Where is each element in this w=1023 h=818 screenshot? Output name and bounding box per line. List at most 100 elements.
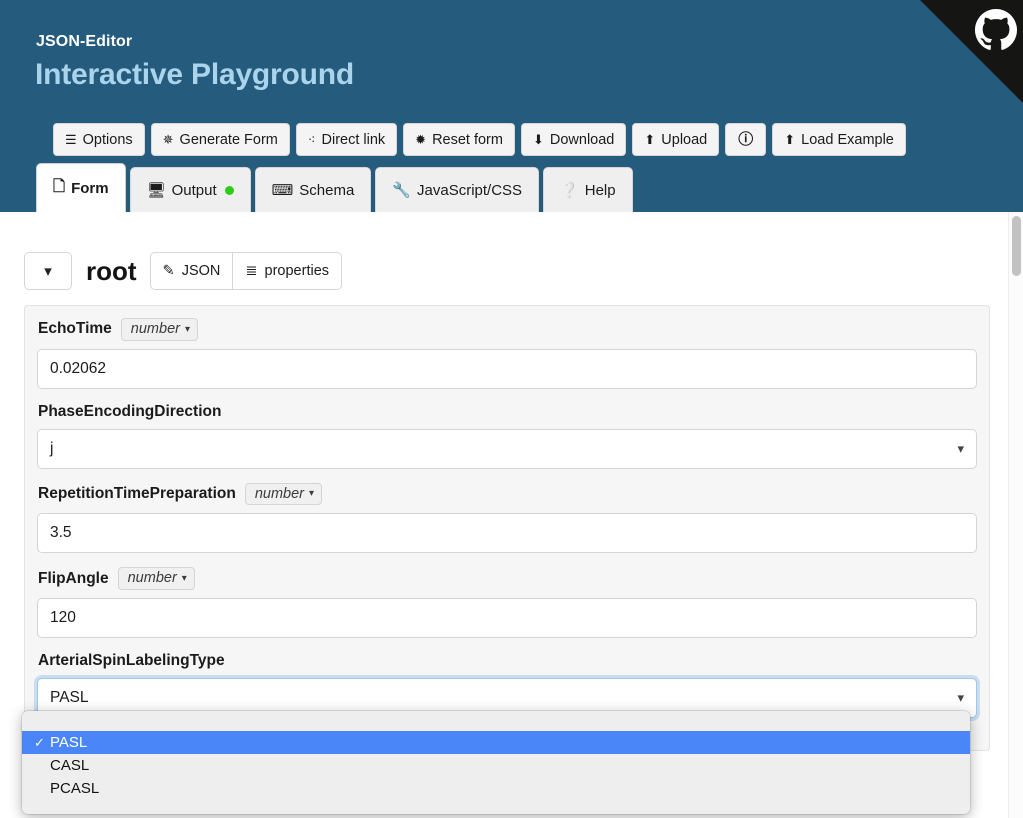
tab-help[interactable]: ❔ Help <box>543 167 633 212</box>
field-repetitiontimepreparation-value: 3.5 <box>50 524 72 542</box>
dropdown-option-pcasl-label: PCASL <box>50 780 100 797</box>
chevron-down-icon: ▾ <box>957 440 964 456</box>
edit-json-button-label: JSON <box>181 263 221 279</box>
field-flipangle-type-select[interactable]: number ▾ <box>117 567 195 591</box>
chevron-down-icon: ▾ <box>184 323 190 335</box>
chevron-down-icon: ▾ <box>44 263 52 280</box>
field-phaseencodingdirection: PhaseEncodingDirection j ▾ <box>37 403 977 469</box>
tab-form-label: Form <box>71 179 109 197</box>
wrench-icon: 🔧 <box>392 182 412 199</box>
generate-form-button[interactable]: ✵ Generate Form <box>150 123 290 156</box>
properties-button-label: properties <box>264 263 330 279</box>
brand-subtitle: JSON-Editor <box>36 33 133 50</box>
field-echotime-label-row: EchoTime number ▾ <box>38 318 977 341</box>
field-repetitiontimepreparation-label: RepetitionTimePreparation <box>38 485 236 502</box>
dropdown-option-pcasl[interactable]: PCASL <box>22 777 970 800</box>
dropdown-option-casl-label: CASL <box>50 757 90 774</box>
direct-link-button[interactable]: ⁖ Direct link <box>295 123 398 156</box>
vertical-scrollbar[interactable] <box>1008 212 1023 818</box>
field-echotime-input[interactable]: 0.02062 <box>37 348 977 389</box>
reset-form-button-label: Reset form <box>432 131 503 148</box>
field-phaseencodingdirection-select[interactable]: j ▾ <box>37 428 977 469</box>
tab-form[interactable]: 🗋 Form <box>36 163 126 212</box>
checkmark-icon: ✓ <box>34 734 45 750</box>
reset-form-button[interactable]: ✹ Reset form <box>403 123 515 156</box>
field-repetitiontimepreparation-input[interactable]: 3.5 <box>37 513 977 554</box>
field-flipangle-label: FlipAngle <box>38 569 109 587</box>
tab-javascript-css[interactable]: 🔧 JavaScript/CSS <box>375 167 540 212</box>
github-octocat-icon <box>975 9 1017 50</box>
edit-json-button[interactable]: ✎ JSON <box>149 252 234 290</box>
root-actions: ✎ JSON ≣ properties <box>149 252 343 290</box>
upload-icon: ⬆ <box>784 132 796 147</box>
field-flipangle-value: 120 <box>50 609 76 627</box>
field-flipangle-input[interactable]: 120 <box>37 598 977 639</box>
field-echotime-type-select[interactable]: number ▾ <box>120 318 198 341</box>
form-panel: EchoTime number ▾ 0.02062 PhaseEncodingD… <box>24 305 990 752</box>
field-echotime: EchoTime number ▾ 0.02062 <box>37 318 977 389</box>
dropdown-option-casl[interactable]: CASL <box>22 754 970 777</box>
field-echotime-label: EchoTime <box>38 320 112 338</box>
tab-schema-label: Schema <box>299 181 355 199</box>
field-flipangle: FlipAngle number ▾ 120 <box>37 567 977 639</box>
output-status-dot <box>224 185 234 195</box>
download-button-label: Download <box>549 131 615 148</box>
form-icon: 🗋 <box>53 177 66 195</box>
upload-button[interactable]: ⬆ Upload <box>632 123 720 156</box>
load-example-button[interactable]: ⬆ Load Example <box>772 123 906 156</box>
field-repetitiontimepreparation: RepetitionTimePreparation number ▾ 3.5 <box>37 482 977 554</box>
tab-javascript-css-label: JavaScript/CSS <box>417 181 523 199</box>
options-button[interactable]: ☰ Options <box>53 123 145 156</box>
chevron-down-icon: ▾ <box>308 488 315 500</box>
tab-output-label: Output <box>171 181 217 199</box>
list-icon: ≣ <box>245 263 258 279</box>
tab-help-label: Help <box>584 181 616 199</box>
collapse-toggle-button[interactable]: ▾ <box>24 252 72 290</box>
dropdown-option-pasl[interactable]: ✓ PASL <box>22 731 970 754</box>
field-arterialspinlabelingtype-label: ArterialSpinLabelingType <box>38 652 225 670</box>
dropdown-option-pasl-label: PASL <box>50 734 88 751</box>
field-flipangle-type-value: number <box>127 570 177 587</box>
tab-schema[interactable]: ⌨ Schema <box>254 167 372 212</box>
hamburger-icon: ☰ <box>65 132 77 147</box>
field-repetitiontimepreparation-label-row: RepetitionTimePreparation number ▾ <box>38 482 977 506</box>
keyboard-icon: ⌨ <box>271 182 294 199</box>
field-phaseencodingdirection-label: PhaseEncodingDirection <box>38 402 222 420</box>
tab-bar: 🗋 Form 🖥 Output ⌨ Schema 🔧 JavaScript/CS… <box>36 163 633 212</box>
upload-icon: ⬆ <box>644 132 656 147</box>
root-label: root <box>86 256 137 286</box>
info-icon: ⓘ <box>738 131 754 148</box>
field-arterialspinlabelingtype: ArterialSpinLabelingType PASL ▾ <box>37 652 977 719</box>
toolbar: ☰ Options ✵ Generate Form ⁖ Direct link … <box>53 123 906 156</box>
question-icon: ❔ <box>560 182 579 199</box>
scrollbar-thumb[interactable] <box>1012 216 1021 276</box>
field-echotime-value: 0.02062 <box>50 359 107 377</box>
pencil-icon: ✎ <box>162 263 175 279</box>
chevron-down-icon: ▾ <box>957 690 964 706</box>
root-header-row: ▾ root ✎ JSON ≣ properties <box>24 252 343 290</box>
github-ribbon-link[interactable] <box>920 0 1023 103</box>
field-arterialspinlabelingtype-value: PASL <box>50 689 89 707</box>
generate-form-button-label: Generate Form <box>179 131 278 148</box>
field-flipangle-label-row: FlipAngle number ▾ <box>38 567 977 591</box>
chevron-down-icon: ▾ <box>181 572 187 584</box>
field-phaseencodingdirection-value: j <box>50 439 54 457</box>
load-example-button-label: Load Example <box>801 131 894 148</box>
download-icon: ⬇ <box>532 132 544 147</box>
select-dropdown-popup[interactable]: ✓ PASL CASL PCASL <box>22 711 970 814</box>
link-icon: ⁖ <box>307 132 316 147</box>
download-button[interactable]: ⬇ Download <box>520 123 627 156</box>
monitor-icon: 🖥 <box>146 182 166 199</box>
upload-button-label: Upload <box>661 131 708 148</box>
field-echotime-type-value: number <box>130 321 180 337</box>
page-header: JSON-Editor Interactive Playground ☰ Opt… <box>0 0 1023 212</box>
tab-output[interactable]: 🖥 Output <box>129 167 251 212</box>
gear-icon: ✵ <box>162 132 174 147</box>
field-repetitiontimepreparation-type-value: number <box>254 485 304 502</box>
field-arterialspinlabelingtype-label-row: ArterialSpinLabelingType <box>38 652 977 670</box>
reset-icon: ✹ <box>415 132 427 147</box>
properties-button[interactable]: ≣ properties <box>233 252 343 290</box>
field-repetitiontimepreparation-type-select[interactable]: number ▾ <box>244 482 323 506</box>
info-button[interactable]: ⓘ <box>725 123 767 156</box>
field-phaseencodingdirection-label-row: PhaseEncodingDirection <box>38 403 977 421</box>
